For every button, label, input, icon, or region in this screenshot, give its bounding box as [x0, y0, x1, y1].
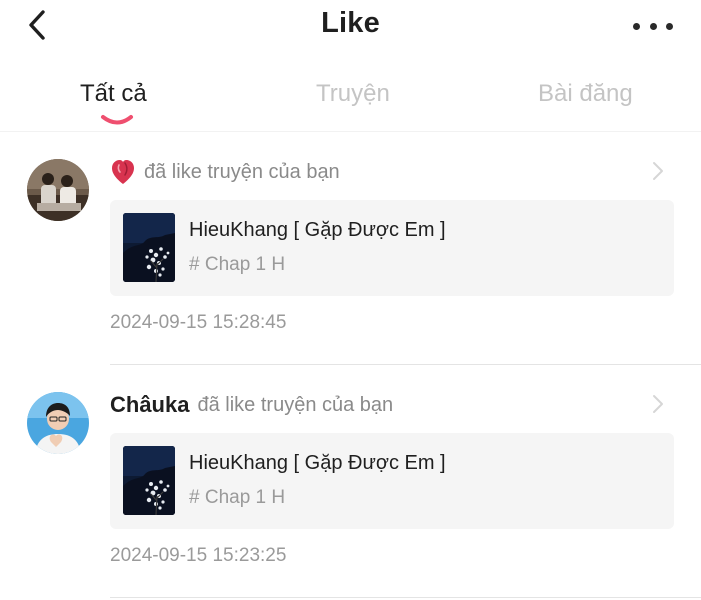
- more-horizontal-icon: [633, 22, 640, 30]
- heart-icon: [112, 160, 134, 184]
- notification-item[interactable]: đã like truyện của bạn HieuKhang [ Gặp Đ…: [0, 132, 701, 364]
- tab-posts[interactable]: Bài đăng: [538, 80, 633, 108]
- item-divider: [110, 597, 701, 598]
- chapter-label: # Chap 1 H: [189, 254, 286, 275]
- action-text: đã like truyện của bạn: [144, 160, 340, 183]
- story-card[interactable]: HieuKhang [ Gặp Được Em ] # Chap 1 H: [110, 433, 674, 529]
- avatar[interactable]: [27, 159, 89, 221]
- notification-text: Châuka đã like truyện của bạn: [110, 391, 393, 419]
- story-title: HieuKhang [ Gặp Được Em ]: [189, 219, 446, 241]
- timestamp: 2024-09-15 15:28:45: [110, 312, 287, 333]
- tab-stories[interactable]: Truyện: [316, 80, 390, 108]
- action-text: đã like truyện của bạn: [197, 393, 394, 416]
- story-card[interactable]: HieuKhang [ Gặp Được Em ] # Chap 1 H: [110, 200, 674, 296]
- chapter-label: # Chap 1 H: [189, 487, 286, 508]
- page-title: Like: [321, 7, 380, 39]
- avatar[interactable]: [27, 392, 89, 454]
- notification-text: đã like truyện của bạn: [110, 158, 340, 186]
- story-title: HieuKhang [ Gặp Được Em ]: [189, 452, 446, 474]
- tab-bar: Tất cả Truyện Bài đăng: [0, 70, 701, 130]
- chevron-right-icon[interactable]: [651, 160, 665, 182]
- tab-all[interactable]: Tất cả: [80, 80, 147, 108]
- more-options-button[interactable]: [633, 12, 673, 40]
- top-bar: Like: [0, 0, 701, 52]
- story-thumbnail: [123, 213, 175, 282]
- timestamp: 2024-09-15 15:23:25: [110, 545, 287, 566]
- notification-item[interactable]: Châuka đã like truyện của bạn HieuKhang …: [0, 365, 701, 597]
- actor-name[interactable]: Châuka: [110, 392, 189, 418]
- active-tab-indicator: [101, 115, 133, 125]
- story-thumbnail: [123, 446, 175, 515]
- chevron-right-icon[interactable]: [651, 393, 665, 415]
